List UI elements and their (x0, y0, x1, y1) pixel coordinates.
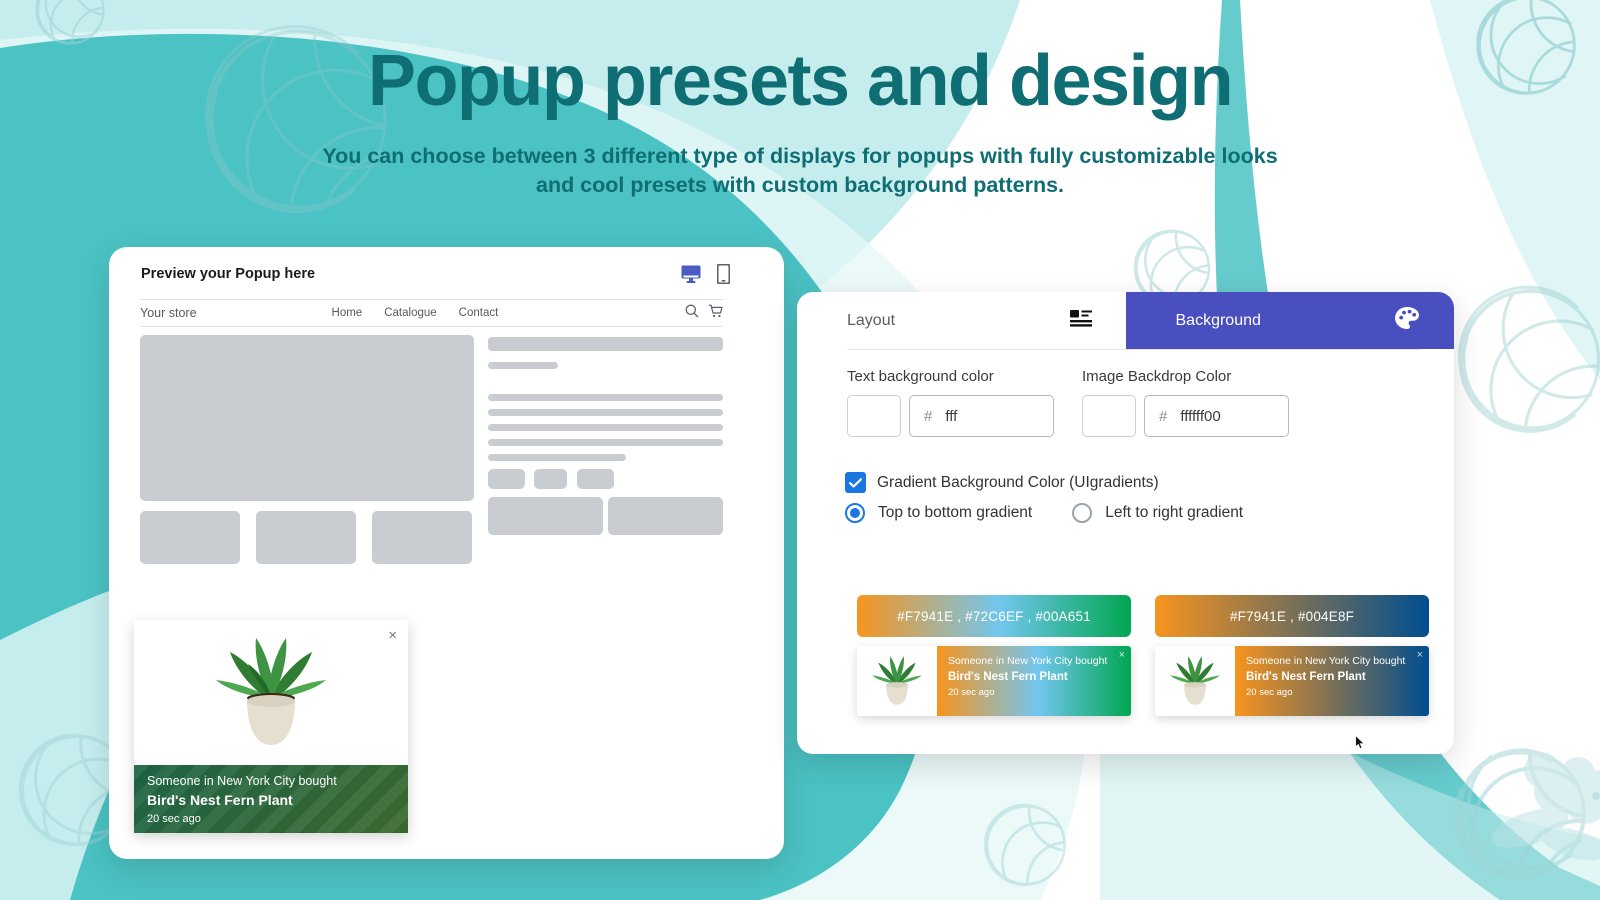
image-backdrop-color-field: Image Backdrop Color # ffffff00 (1082, 368, 1289, 437)
gradient-preset-1-label[interactable]: #F7941E , #72C6EF , #00A651 (857, 595, 1131, 637)
skeleton-line (488, 439, 723, 446)
gradient-direction-radio-group[interactable]: Top to bottom gradient Left to right gra… (845, 503, 1243, 523)
gradient-preset-1-sample[interactable]: × Someone in New York City bought Bird's… (857, 646, 1131, 716)
mouse-cursor-icon (1355, 734, 1366, 755)
gradient-preset-1[interactable]: #F7941E , #72C6EF , #00A651 × Someone in… (857, 595, 1131, 716)
image-backdrop-color-swatch[interactable] (1082, 395, 1136, 437)
tabs-divider (847, 349, 1419, 350)
hash-symbol: # (1159, 407, 1168, 425)
skeleton-line (488, 362, 558, 369)
preset-close-icon[interactable]: × (1417, 649, 1423, 661)
gradient-presets: #F7941E , #72C6EF , #00A651 × Someone in… (857, 595, 1429, 716)
popup-preview-card: Preview your Popup here Your store Home … (109, 247, 784, 859)
preset-product-image (857, 646, 937, 716)
gradient-background-checkbox-row[interactable]: Gradient Background Color (UIgradients) (845, 472, 1159, 493)
skeleton-pill (534, 469, 567, 489)
radio-top-to-bottom-label: Top to bottom gradient (878, 504, 1033, 521)
nav-link-contact[interactable]: Contact (459, 307, 499, 319)
skeleton-thumb (372, 511, 472, 564)
nav-link-catalogue[interactable]: Catalogue (384, 307, 436, 319)
text-bg-color-swatch[interactable] (847, 395, 901, 437)
nav-link-home[interactable]: Home (332, 307, 363, 319)
search-icon[interactable] (685, 304, 699, 323)
preset-product-image (1155, 646, 1235, 716)
preset-line-product: Bird's Nest Fern Plant (1246, 671, 1366, 683)
tab-background[interactable]: Background (1125, 292, 1454, 349)
preset-close-icon[interactable]: × (1119, 649, 1125, 661)
popup-product-image (134, 620, 408, 765)
skeleton-thumb (140, 511, 240, 564)
field-label: Image Backdrop Color (1082, 368, 1232, 385)
screenshot-root: Popup presets and design You can choose … (0, 0, 1600, 900)
skeleton-line (488, 394, 723, 401)
skeleton-pill (488, 469, 525, 489)
radio-left-to-right[interactable] (1072, 503, 1093, 523)
popup-close-icon[interactable]: × (388, 628, 397, 643)
preset-text-body: × Someone in New York City bought Bird's… (937, 646, 1131, 716)
popup-line-product: Bird's Nest Fern Plant (147, 792, 293, 808)
preset-line-product: Bird's Nest Fern Plant (948, 671, 1068, 683)
store-name: Your store (140, 306, 197, 320)
skeleton-pill (577, 469, 614, 489)
field-label: Text background color (847, 368, 994, 385)
skeleton-block (488, 497, 603, 535)
cart-icon[interactable] (708, 304, 723, 323)
mobile-icon[interactable] (716, 263, 731, 289)
popup-line-buyer: Someone in New York City bought (147, 774, 337, 788)
text-bg-hex-input[interactable]: # fff (909, 395, 1054, 437)
monitor-icon[interactable] (681, 265, 701, 288)
radio-top-to-bottom[interactable] (845, 503, 865, 523)
popup-line-time: 20 sec ago (147, 813, 201, 825)
gradient-preset-2-label[interactable]: #F7941E , #004E8F (1155, 595, 1429, 637)
skeleton-line (488, 424, 723, 431)
preset-line-time: 20 sec ago (948, 687, 995, 698)
radio-left-to-right-label: Left to right gradient (1105, 504, 1244, 521)
hash-symbol: # (924, 407, 933, 425)
device-toggle-group[interactable] (681, 263, 731, 289)
skeleton-line (488, 409, 723, 416)
layout-icon (1069, 309, 1092, 332)
preset-line-buyer: Someone in New York City bought (1246, 655, 1406, 667)
image-backdrop-hex-input[interactable]: # ffffff00 (1144, 395, 1289, 437)
store-nav-links[interactable]: Home Catalogue Contact (332, 307, 499, 319)
skeleton-hero-image (140, 335, 474, 501)
preview-heading: Preview your Popup here (141, 266, 316, 282)
text-bg-hex-value: fff (945, 407, 958, 425)
preset-text-body: × Someone in New York City bought Bird's… (1235, 646, 1429, 716)
text-background-color-field: Text background color # fff (847, 368, 1054, 437)
preset-line-buyer: Someone in New York City bought (948, 655, 1108, 667)
gradient-background-checkbox[interactable] (845, 472, 866, 493)
gradient-preset-2-sample[interactable]: × Someone in New York City bought Bird's… (1155, 646, 1429, 716)
page-skeleton (140, 335, 723, 564)
gradient-preset-2[interactable]: #F7941E , #004E8F × Someone in New York … (1155, 595, 1429, 716)
gradient-background-label: Gradient Background Color (UIgradients) (877, 473, 1159, 491)
popup-text-body: Someone in New York City bought Bird's N… (134, 765, 408, 833)
settings-panel: Layout Background Text background color … (797, 292, 1454, 754)
popup-sample-vertical[interactable]: × Someone in New York City bought Bird's… (134, 620, 408, 833)
skeleton-line (488, 337, 723, 351)
skeleton-line (488, 454, 626, 461)
skeleton-block (608, 497, 723, 535)
tab-layout-label: Layout (847, 311, 896, 329)
tab-background-label: Background (1175, 311, 1261, 329)
preset-line-time: 20 sec ago (1246, 687, 1293, 698)
image-backdrop-hex-value: ffffff00 (1180, 407, 1221, 425)
settings-tabs[interactable]: Layout Background (797, 292, 1454, 349)
color-fields: Text background color # fff Image Backdr… (847, 368, 1289, 437)
store-nav-bar: Your store Home Catalogue Contact (140, 299, 723, 327)
page-title: Popup presets and design (367, 41, 1234, 121)
tab-layout[interactable]: Layout (797, 292, 1126, 349)
skeleton-thumb (256, 511, 356, 564)
palette-icon (1394, 306, 1420, 335)
page-subtitle: You can choose between 3 different type … (322, 143, 1278, 197)
hero-section: Popup presets and design You can choose … (0, 41, 1600, 200)
